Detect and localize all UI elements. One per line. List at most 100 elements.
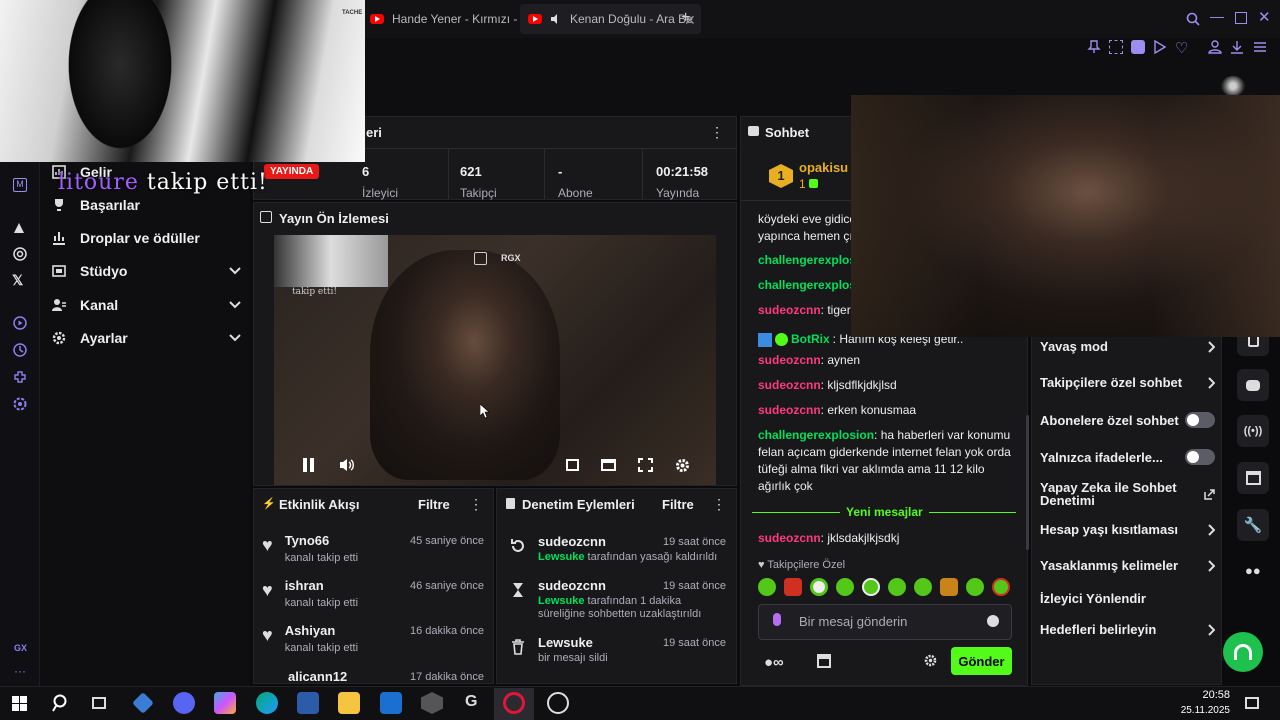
sidebar-item-studyo[interactable]: Stüdyo (52, 258, 242, 284)
browser-tab-active[interactable]: Kenan Doğulu - Ara Be (520, 4, 701, 34)
brush-icon[interactable] (12, 219, 28, 235)
account-icon[interactable] (1208, 40, 1222, 54)
popout-icon[interactable] (474, 252, 487, 265)
discord-icon[interactable] (173, 692, 195, 714)
sidebar-item-droplar[interactable]: Droplar ve ödüller (52, 225, 242, 251)
chat-user[interactable]: sudeozcnn (758, 353, 821, 367)
openai-icon[interactable] (12, 246, 28, 262)
chat-user[interactable]: sudeozcnn (758, 531, 821, 545)
play-icon[interactable] (1154, 40, 1166, 54)
gear-icon[interactable] (675, 458, 690, 473)
chat-user[interactable]: challengerexplosi (758, 253, 859, 267)
windows-start-icon[interactable] (12, 696, 27, 711)
moderation-filter-button[interactable]: Filtre (662, 497, 694, 512)
toggle-switch[interactable] (1185, 449, 1215, 465)
sidebar-item-kanal[interactable]: Kanal (52, 292, 242, 318)
heart-icon[interactable]: ♡ (1175, 39, 1188, 57)
emote-icon[interactable] (862, 578, 880, 596)
clip-button[interactable] (1237, 462, 1269, 494)
tools-button[interactable]: 🔧 (1237, 509, 1269, 541)
setting-subscribers-only[interactable]: Abonelere özel sohbet (1040, 411, 1215, 429)
sidebar-item-ayarlar[interactable]: Ayarlar (52, 325, 242, 351)
chat-user[interactable]: challengerexplosion (758, 428, 874, 442)
list-item[interactable]: sudeozcnn 19 saat önce Lewsuke tarafından… (510, 534, 726, 578)
browser-tab[interactable]: Hande Yener - Kırmızı - Y (362, 4, 537, 34)
chat-button[interactable] (1237, 369, 1269, 401)
emote-icon[interactable] (784, 578, 802, 596)
task-view-icon[interactable] (92, 697, 106, 709)
activity-filter-button[interactable]: Filtre (418, 497, 450, 512)
emote-icon[interactable] (810, 578, 828, 596)
send-button[interactable]: Gönder (951, 647, 1012, 675)
more-icon[interactable]: ··· (14, 664, 26, 678)
chat-user[interactable]: challengerexplosi (758, 278, 859, 292)
list-item[interactable]: ♥ Tyno66 kanalı takip etti 45 saniye önce (262, 533, 484, 578)
emoji-icon[interactable] (987, 615, 999, 627)
close-window-icon[interactable]: ✕ (1258, 8, 1271, 26)
x-icon[interactable]: 𝕏 (12, 272, 28, 288)
emote-icon[interactable] (836, 578, 854, 596)
volume-icon[interactable] (339, 458, 355, 472)
toggle-switch[interactable] (1185, 412, 1215, 428)
emote-icon[interactable] (992, 578, 1010, 596)
theater-icon[interactable] (601, 459, 616, 471)
menu-icon[interactable] (1253, 40, 1267, 54)
opera-gx-icon[interactable] (503, 692, 525, 714)
pip-icon[interactable] (566, 459, 579, 471)
chat-user[interactable]: sudeozcnn (758, 403, 821, 417)
edge-icon[interactable] (256, 692, 278, 714)
shop-icon[interactable] (817, 654, 831, 668)
top-chatter-name[interactable]: opakisu (799, 160, 848, 175)
microphone-icon[interactable] (773, 613, 781, 626)
obs-icon[interactable] (547, 692, 569, 714)
pin-icon[interactable] (1087, 40, 1101, 54)
pause-icon[interactable] (303, 458, 307, 472)
emote-icon[interactable] (758, 578, 776, 596)
setting-ai-moderation[interactable]: Yapay Zeka ile Sohbet Denetimi (1040, 481, 1215, 507)
emote-icon[interactable] (966, 578, 984, 596)
more-options-icon[interactable]: ⋮ (712, 496, 726, 513)
setting-raid[interactable]: İzleyici Yönlendir (1040, 590, 1215, 607)
more-options-icon[interactable]: ⋮ (710, 124, 724, 141)
community-icon[interactable]: ●● (1245, 563, 1261, 578)
search-icon[interactable] (1186, 12, 1200, 26)
setting-emotes-only[interactable]: Yalnızca ifadelerle... (1040, 448, 1215, 466)
setting-banned-words[interactable]: Yasaklanmış kelimeler (1040, 557, 1215, 574)
screenshot-icon[interactable] (1109, 40, 1123, 54)
minimize-icon[interactable]: — (1210, 8, 1224, 24)
list-item[interactable]: Lewsuke 19 saat önce bir mesajı sildi (510, 635, 726, 675)
list-item[interactable]: sudeozcnn 19 saat önce Lewsuke tarafından… (510, 578, 726, 635)
list-item[interactable]: ♥ Ashiyan kanalı takip etti 16 dakika önc… (262, 623, 484, 667)
list-item[interactable]: alicann12 17 dakika önce (262, 667, 484, 683)
mail-icon[interactable] (380, 692, 402, 714)
more-options-icon[interactable]: ⋮ (469, 496, 483, 513)
chat-user[interactable]: BotRix (791, 331, 830, 348)
emote-icon[interactable] (888, 578, 906, 596)
setting-slow-mode[interactable]: Yavaş mod (1040, 338, 1215, 355)
community-icon[interactable]: ●∞ (764, 654, 784, 671)
emote-icon[interactable] (940, 578, 958, 596)
chat-user[interactable]: sudeozcnn (758, 378, 821, 392)
extensions-icon[interactable] (12, 369, 28, 385)
emote-icon[interactable] (914, 578, 932, 596)
setting-account-age[interactable]: Hesap yaşı kısıtlaması (1040, 521, 1215, 538)
notifications-icon[interactable] (1245, 697, 1259, 709)
shield-icon[interactable] (1131, 40, 1145, 54)
gear-icon[interactable] (924, 654, 937, 667)
mail-icon[interactable]: M (13, 178, 27, 192)
app-icon[interactable] (297, 692, 319, 714)
fullscreen-icon[interactable] (638, 458, 653, 472)
avatar[interactable] (1221, 76, 1245, 96)
file-explorer-icon[interactable] (338, 692, 360, 714)
app-icon[interactable]: G (465, 693, 477, 711)
settings-icon[interactable] (12, 396, 28, 412)
list-item[interactable]: ♥ ishran kanalı takip etti 46 saniye önce (262, 578, 484, 623)
setting-goals[interactable]: Hedefleri belirleyin (1040, 621, 1215, 638)
copilot-icon[interactable] (214, 692, 236, 714)
broadcast-button[interactable]: ((•)) (1237, 415, 1269, 447)
chat-scrollbar[interactable] (1026, 415, 1029, 550)
play-circle-icon[interactable] (12, 315, 28, 331)
search-icon[interactable] (52, 694, 70, 712)
sidebar-item-basarilar[interactable]: Başarılar (52, 192, 242, 218)
new-tab-plus-icon[interactable]: + (681, 9, 690, 27)
